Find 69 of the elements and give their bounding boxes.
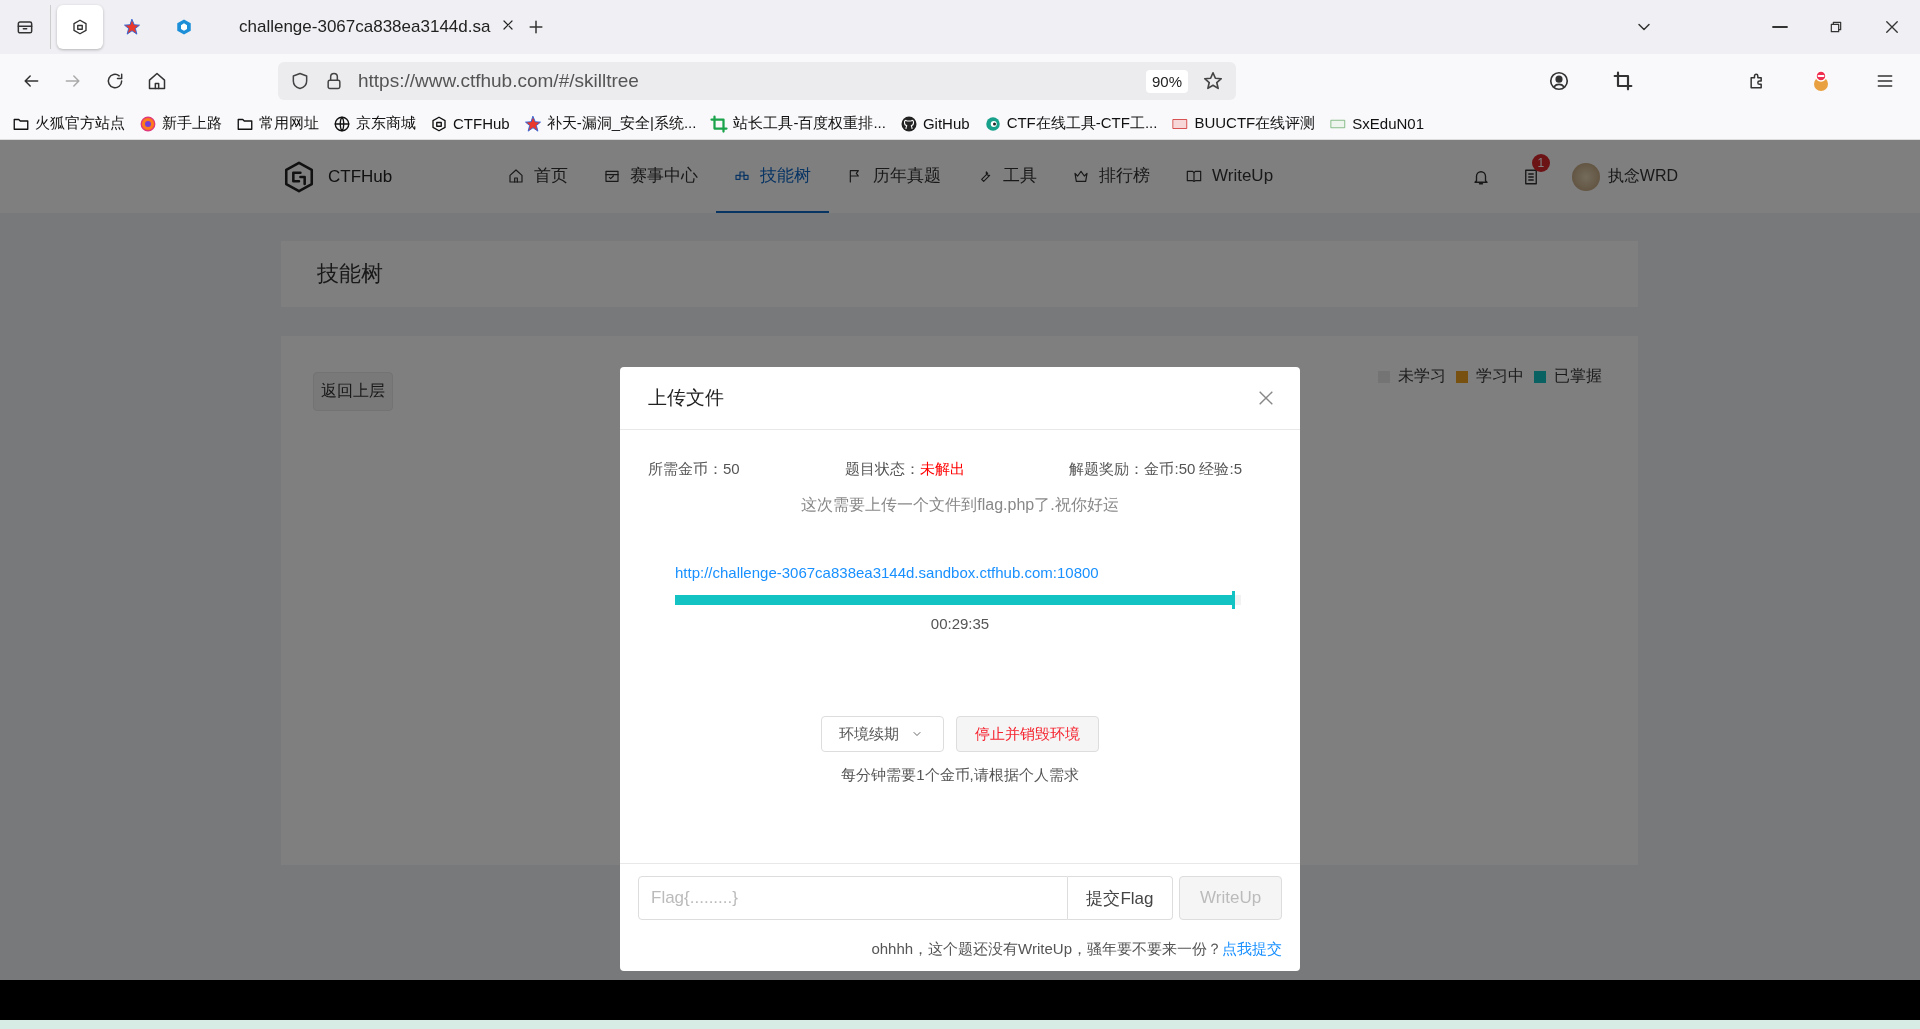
remaining-time: 00:29:35 [929, 615, 991, 632]
close-icon [1256, 388, 1276, 408]
cube-icon [175, 18, 193, 36]
hexagon-icon [430, 114, 448, 133]
legend-label: 未学习 [1398, 366, 1446, 386]
star-icon [123, 18, 141, 36]
info-value: 50 [723, 460, 740, 477]
challenge-description: 这次需要上传一个文件到flag.php了.祝你好运 [800, 495, 1120, 515]
bookmark[interactable]: GitHub [899, 114, 970, 133]
nav-item[interactable]: 排行榜 [1055, 140, 1168, 213]
globe-icon [333, 114, 351, 133]
notification-count: 1 [1531, 153, 1550, 172]
flag-input[interactable]: Flag{.........} [638, 876, 1068, 920]
close-button[interactable] [1256, 388, 1276, 408]
shield-icon [290, 71, 310, 91]
minimize-icon [1772, 26, 1788, 28]
reload-icon [105, 71, 125, 91]
bookmark[interactable]: 新手上路 [139, 114, 222, 133]
bookmark[interactable]: 火狐官方站点 [12, 114, 125, 133]
pinned-tab[interactable] [57, 5, 103, 49]
star-icon [523, 114, 542, 133]
info-label: 解题奖励： [1069, 460, 1145, 477]
crop-icon [710, 114, 729, 133]
github-icon [899, 114, 918, 133]
site-logo-text[interactable]: CTFHub [328, 166, 393, 187]
bookmark[interactable]: CTFHub [430, 114, 510, 133]
hexagon-icon [71, 18, 89, 36]
submit-flag-button[interactable]: 提交Flag [1067, 876, 1174, 920]
user-name[interactable]: 执念WRD [1607, 166, 1678, 187]
info-value: 未解出 [919, 460, 965, 477]
destroy-button[interactable]: 停止并销毁环境 [956, 716, 1099, 752]
lock-icon [324, 71, 344, 91]
legend-label: 学习中 [1476, 366, 1524, 386]
nav-item[interactable]: WriteUp [1168, 140, 1292, 213]
address-bar[interactable]: https://www.ctfhub.com/#/skilltree 90% [278, 62, 1236, 100]
back-button[interactable]: 返回上层 [313, 372, 393, 411]
writeup-prompt: ohhhh，这个题还没有WriteUp，骚年要不要来一份？ [871, 940, 1222, 957]
url-text: https://www.ctfhub.com/#/skilltree [358, 70, 640, 92]
nav-item[interactable]: 工具 [959, 140, 1055, 213]
nav-item[interactable]: 赛事中心 [586, 140, 716, 213]
bookmark[interactable]: BUUCTF在线评测 [1171, 114, 1316, 133]
nav-item[interactable]: 首页 [490, 140, 586, 213]
info-value: 金币:50 经验:5 [1144, 460, 1242, 477]
info-label: 题目状态： [844, 460, 920, 477]
bookmark[interactable]: CTF在线工具-CTF工... [983, 114, 1158, 133]
home-icon [147, 71, 167, 91]
bookmark[interactable]: 补天-漏洞_安全|系统... [523, 114, 697, 133]
ctfhub-logo-icon [282, 159, 316, 194]
bookmark[interactable]: 站长工具-百度权重排... [710, 114, 886, 133]
eye-icon [983, 114, 1002, 133]
dialog-title: 上传文件 [648, 386, 724, 410]
browser-tab[interactable]: challenge-3067ca838ea3144d.sa [231, 5, 511, 49]
legend-label: 已掌握 [1554, 366, 1602, 386]
renew-dropdown[interactable]: 环境续期 [821, 716, 944, 752]
account-icon [1548, 70, 1570, 92]
zoom-level-button[interactable]: 90% [1145, 69, 1188, 93]
crop-icon [1613, 71, 1633, 91]
restore-icon [1828, 19, 1844, 35]
hint-text: 每分钟需要1个金币,请根据个人需求 [840, 766, 1080, 785]
page-title: 技能树 [317, 260, 383, 288]
bookmark[interactable]: 常用网址 [236, 114, 319, 133]
info-label: 所需金币： [648, 460, 723, 477]
bookmark[interactable]: SxEduN01 [1329, 114, 1424, 133]
home-icon [508, 167, 524, 184]
globe-icon [139, 114, 157, 133]
nav-item[interactable]: 历年真题 [829, 140, 959, 213]
close-icon [1883, 18, 1901, 36]
bookmark[interactable]: 京东商城 [333, 114, 416, 133]
star-outline-icon [1202, 70, 1224, 92]
